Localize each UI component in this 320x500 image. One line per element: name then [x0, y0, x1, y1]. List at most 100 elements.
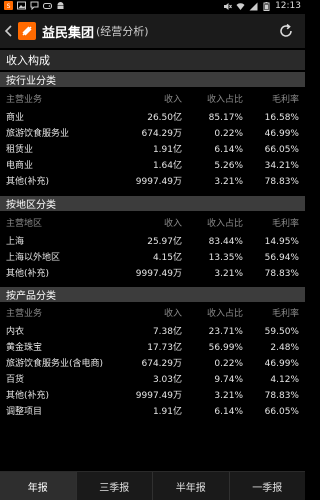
table-cell: 电商业 — [6, 161, 34, 171]
table-cell: 其他(补充) — [6, 391, 50, 401]
table-cell: 66.05% — [264, 145, 299, 155]
table-cell: 旅游饮食服务业(含电商) — [6, 359, 104, 369]
column-header: 收入 — [163, 309, 182, 319]
app-bar: 益民集团 (经营分析) — [0, 14, 305, 48]
table-cell: 调整项目 — [6, 407, 43, 417]
table-row: 上海以外地区 4.15亿 13.35% 56.94% — [0, 251, 305, 266]
column-header: 毛利率 — [271, 95, 299, 105]
status-time: 12:13 — [275, 1, 301, 11]
tab-q1-report[interactable]: 一季报 — [230, 472, 306, 500]
table-cell: 674.29万 — [141, 359, 183, 369]
tab-q3-report[interactable]: 三季报 — [77, 472, 153, 500]
table-cell: 16.58% — [264, 113, 299, 123]
table-cell: 23.71% — [208, 327, 243, 337]
table-cell: 0.22% — [214, 129, 243, 139]
status-right-icons: 12:13 — [223, 1, 301, 11]
table-row: 商业 26.50亿 85.17% 16.58% — [0, 111, 305, 126]
table-cell: 1.64亿 — [152, 161, 182, 171]
table-cell: 9.74% — [214, 375, 243, 385]
chat-icon — [30, 1, 39, 11]
table-cell: 商业 — [6, 113, 25, 123]
category-header-region: 按地区分类 — [0, 196, 305, 211]
table-row: 内衣 7.38亿 23.71% 59.50% — [0, 325, 305, 340]
table-header-row: 主营地区 收入 收入占比 毛利率 — [0, 217, 305, 232]
table-row: 旅游饮食服务业(含电商) 674.29万 0.22% 46.99% — [0, 357, 305, 372]
table-cell: 3.21% — [214, 177, 243, 187]
table-row: 租赁业 1.91亿 6.14% 66.05% — [0, 143, 305, 158]
table-row: 黄金珠宝 17.73亿 56.99% 2.48% — [0, 341, 305, 356]
table-cell: 14.95% — [264, 237, 299, 247]
table-cell: 17.73亿 — [147, 343, 182, 353]
table-cell: 租赁业 — [6, 145, 34, 155]
table-cell: 1.91亿 — [152, 407, 182, 417]
table-cell: 25.97亿 — [147, 237, 182, 247]
column-header: 主营业务 — [6, 95, 43, 105]
table-cell: 旅游饮食服务业 — [6, 129, 70, 139]
app-notification-icon: S — [4, 1, 13, 10]
back-button[interactable] — [0, 14, 18, 48]
table-cell: 6.14% — [214, 145, 243, 155]
table-row: 百货 3.03亿 9.74% 4.12% — [0, 373, 305, 388]
column-header: 毛利率 — [271, 219, 299, 229]
table-cell: 46.99% — [264, 359, 299, 369]
table-cell: 9997.49万 — [135, 177, 182, 187]
table-cell: 26.50亿 — [147, 113, 182, 123]
table-cell: 66.05% — [264, 407, 299, 417]
category-title: 按产品分类 — [6, 291, 56, 302]
table-cell: 0.22% — [214, 359, 243, 369]
table-header-row: 主营业务 收入 收入占比 毛利率 — [0, 307, 305, 322]
column-header: 收入 — [163, 219, 182, 229]
table-cell: 1.91亿 — [152, 145, 182, 155]
table-cell: 6.14% — [214, 407, 243, 417]
tab-half-year-report[interactable]: 半年报 — [153, 472, 230, 500]
page-subtitle: (经营分析) — [96, 25, 149, 38]
svg-text:S: S — [7, 3, 11, 10]
image-icon — [17, 1, 26, 10]
table-row: 电商业 1.64亿 5.26% 34.21% — [0, 159, 305, 174]
table-cell: 其他(补充) — [6, 269, 50, 279]
table-cell: 3.21% — [214, 391, 243, 401]
column-header: 毛利率 — [271, 309, 299, 319]
back-arrow-icon — [4, 25, 12, 37]
table-cell: 83.44% — [208, 237, 243, 247]
table-cell: 其他(补充) — [6, 177, 50, 187]
wifi-icon — [236, 2, 245, 11]
column-header: 主营地区 — [6, 219, 43, 229]
refresh-button[interactable] — [277, 22, 295, 40]
battery-icon — [262, 1, 271, 11]
table-header-row: 主营业务 收入 收入占比 毛利率 — [0, 93, 305, 108]
status-left-icons: S — [4, 1, 65, 11]
table-cell: 2.48% — [270, 343, 299, 353]
category-title: 按行业分类 — [6, 76, 56, 87]
tab-annual-report[interactable]: 年报 — [0, 472, 77, 500]
status-bar: S 12:13 — [0, 0, 305, 14]
page-title: 益民集团 — [42, 25, 95, 41]
table-row: 其他(补充) 9997.49万 3.21% 78.83% — [0, 267, 305, 282]
table-cell: 674.29万 — [141, 129, 183, 139]
category-header-industry: 按行业分类 — [0, 72, 305, 87]
table-cell: 7.38亿 — [152, 327, 182, 337]
table-cell: 56.99% — [208, 343, 243, 353]
table-cell: 上海以外地区 — [6, 253, 61, 263]
table-row: 其他(补充) 9997.49万 3.21% 78.83% — [0, 389, 305, 404]
table-cell: 4.15亿 — [152, 253, 182, 263]
mute-icon — [223, 2, 232, 11]
table-cell: 3.03亿 — [152, 375, 182, 385]
table-row: 调整项目 1.91亿 6.14% 66.05% — [0, 405, 305, 420]
column-header: 收入占比 — [206, 219, 243, 229]
table-row: 上海 25.97亿 83.44% 14.95% — [0, 235, 305, 250]
table-cell: 56.94% — [264, 253, 299, 263]
table-cell: 13.35% — [208, 253, 243, 263]
android-icon — [56, 1, 65, 10]
table-cell: 9997.49万 — [135, 269, 182, 279]
section-header: 收入构成 — [0, 50, 305, 70]
table-row: 旅游饮食服务业 674.29万 0.22% 46.99% — [0, 127, 305, 142]
category-header-product: 按产品分类 — [0, 287, 305, 302]
table-cell: 78.83% — [264, 391, 299, 401]
table-cell: 上海 — [6, 237, 25, 247]
table-cell: 59.50% — [264, 327, 299, 337]
category-title: 按地区分类 — [6, 200, 56, 211]
report-period-tabs: 年报 三季报 半年报 一季报 — [0, 471, 305, 500]
app-logo-icon — [18, 22, 36, 40]
table-cell: 百货 — [6, 375, 25, 385]
